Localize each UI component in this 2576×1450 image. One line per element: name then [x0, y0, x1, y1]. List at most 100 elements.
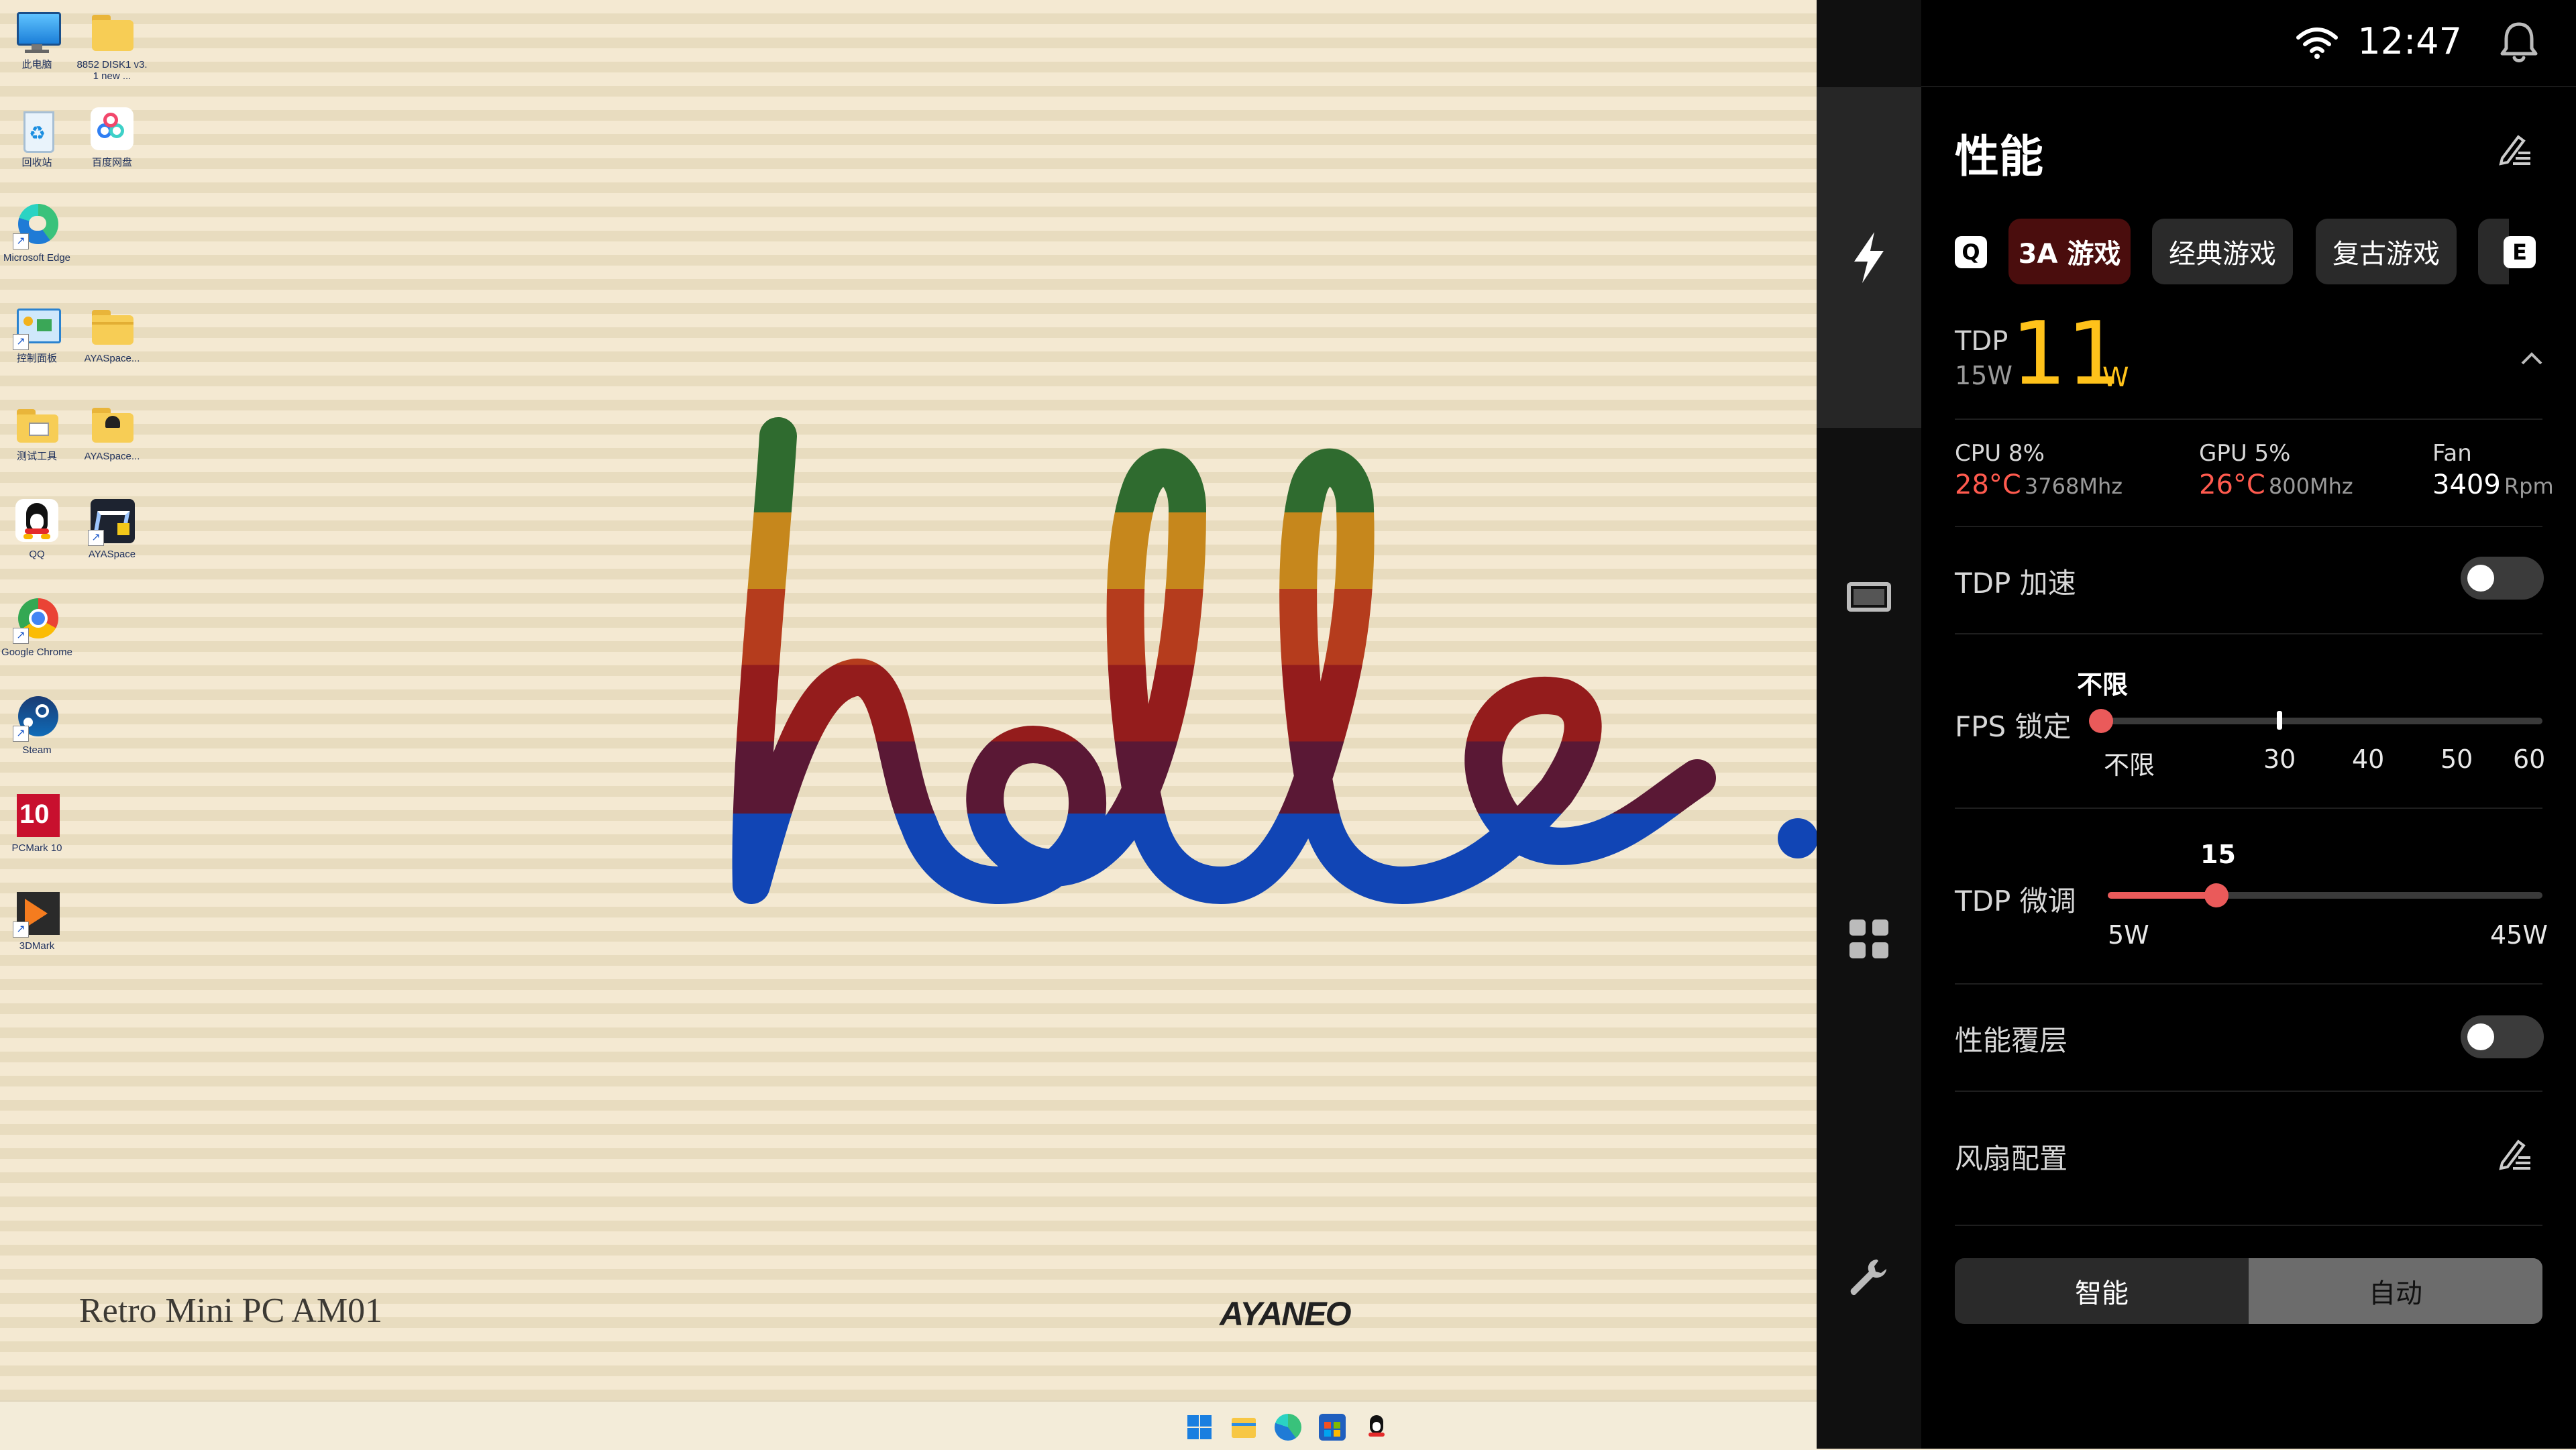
- desktop-icon-label: 控制面板: [16, 353, 57, 364]
- shortcut-arrow-icon: ↗: [13, 233, 29, 249]
- fps-lock-current-value: 不限: [2077, 670, 2129, 700]
- desktop-icon-microsoft-edge[interactable]: ↗ Microsoft Edge: [0, 201, 74, 264]
- panel-title: 性能: [1955, 131, 2043, 182]
- clock: 12:47: [2357, 20, 2462, 62]
- 3dmark-icon: ↗: [13, 889, 61, 938]
- fan-stats: Fan 3409 Rpm: [2432, 440, 2554, 500]
- tab-prev-key-q[interactable]: Q: [1955, 236, 1987, 268]
- fps-tick-label: 不限: [2104, 750, 2155, 780]
- fan-mode-smart-button[interactable]: 智能: [1955, 1258, 2249, 1324]
- recycle-bin-icon: ♻: [13, 106, 61, 154]
- folder-icon: [88, 302, 136, 350]
- tab-retro-games[interactable]: 复古游戏: [2316, 219, 2457, 284]
- cpu-stats: CPU 8% 28°C 3768Mhz: [1955, 440, 2123, 500]
- fps-tick-label: 40: [2352, 744, 2385, 774]
- brand-logo-text: AYANEO: [1220, 1295, 1351, 1333]
- desktop-icon-test-tools[interactable]: 测试工具: [0, 400, 74, 462]
- desktop-icon-label: 3DMark: [19, 940, 55, 952]
- tdp-tune-min: 5W: [2108, 920, 2149, 950]
- fan-label: Fan: [2432, 440, 2472, 467]
- fps-lock-tick-mark: [2277, 711, 2282, 730]
- shortcut-arrow-icon: ↗: [13, 922, 29, 938]
- edge-icon: ↗: [13, 201, 61, 249]
- fan-rpm: 3409: [2432, 469, 2501, 500]
- tdp-tune-label: TDP 微调: [1955, 885, 2076, 917]
- windows-start-icon[interactable]: [1186, 1414, 1213, 1441]
- divider: [1955, 807, 2542, 809]
- desktop-icon-control-panel[interactable]: ↗ 控制面板: [0, 302, 74, 364]
- bell-icon[interactable]: [2500, 20, 2538, 64]
- edge-taskbar-icon[interactable]: [1275, 1414, 1301, 1441]
- desktop-icon-ayaspace-folder-1[interactable]: AYASpace...: [75, 302, 149, 364]
- desktop-icon-disk-folder[interactable]: 8852 DISK1 v3.1 new ...: [75, 8, 149, 82]
- tab-next-key-e[interactable]: E: [2504, 236, 2536, 268]
- desktop-icon-baidu-netdisk[interactable]: 百度网盘: [75, 106, 149, 168]
- desktop: 此电脑 ♻ 回收站 ↗ Microsoft Edge ↗ 控制面板 测试工具 Q…: [0, 0, 1817, 1400]
- fan-mode-auto-button[interactable]: 自动: [2249, 1258, 2542, 1324]
- tdp-boost-toggle[interactable]: [2461, 557, 2544, 600]
- lightning-icon: [1854, 232, 1884, 283]
- desktop-icon-label: 8852 DISK1 v3.1 new ...: [76, 59, 148, 82]
- tab-classic-games[interactable]: 经典游戏: [2152, 219, 2293, 284]
- folder-icon: [13, 400, 61, 448]
- desktop-icon-label: 测试工具: [16, 451, 57, 462]
- desktop-icon-qq[interactable]: QQ: [0, 498, 74, 560]
- desktop-icon-recycle-bin[interactable]: ♻ 回收站: [0, 106, 74, 168]
- fan-unit: Rpm: [2504, 473, 2554, 499]
- desktop-icon-ayaspace[interactable]: ↗ AYASpace: [75, 498, 149, 560]
- gpu-stats: GPU 5% 26°C 800Mhz: [2199, 440, 2353, 500]
- shortcut-arrow-icon: ↗: [13, 334, 29, 350]
- rail-tab-tools[interactable]: [1817, 1245, 1921, 1312]
- desktop-icon-pcmark-10[interactable]: 10 PCMark 10: [0, 791, 74, 854]
- cpu-freq: 3768Mhz: [2024, 473, 2123, 499]
- divider: [1955, 419, 2542, 420]
- wrench-icon: [1850, 1260, 1886, 1296]
- desktop-icon-label: PCMark 10: [11, 842, 62, 854]
- desktop-icon-google-chrome[interactable]: ↗ Google Chrome: [0, 596, 74, 658]
- chevron-up-icon[interactable]: [2520, 351, 2544, 366]
- control-panel-icon: ↗: [13, 302, 61, 350]
- desktop-icon-3dmark[interactable]: ↗ 3DMark: [0, 889, 74, 952]
- ayaspace-icon: ↗: [88, 498, 136, 546]
- divider: [1955, 1225, 2542, 1226]
- taskbar: [0, 1400, 1817, 1450]
- tdp-tune-slider-knob[interactable]: [2204, 883, 2229, 907]
- quick-panel-rail: [1817, 0, 1921, 1449]
- desktop-icon-label: 百度网盘: [91, 157, 132, 168]
- cpu-temp: 28°C: [1955, 469, 2021, 500]
- shortcut-arrow-icon: ↗: [88, 530, 104, 546]
- fps-lock-slider-knob[interactable]: [2089, 709, 2113, 733]
- shortcut-arrow-icon: ↗: [13, 726, 29, 742]
- desktop-icon-label: Steam: [22, 744, 52, 756]
- store-icon[interactable]: [1319, 1414, 1346, 1441]
- desktop-icon-this-pc[interactable]: 此电脑: [0, 8, 74, 70]
- tdp-tune-slider-fill: [2108, 892, 2216, 899]
- pcmark-icon: 10: [13, 791, 61, 840]
- fan-mode-segmented-control: 智能 自动: [1955, 1258, 2542, 1324]
- edit-fan-config-icon[interactable]: [2498, 1136, 2533, 1171]
- desktop-icon-steam[interactable]: ↗ Steam: [0, 693, 74, 756]
- file-explorer-icon[interactable]: [1230, 1414, 1257, 1441]
- edit-profile-icon[interactable]: [2498, 131, 2533, 166]
- wallpaper-hello-art: [732, 417, 1817, 904]
- performance-overlay-label: 性能覆层: [1955, 1024, 2068, 1057]
- wifi-icon: [2296, 27, 2338, 59]
- tdp-label: TDP: [1955, 326, 2008, 357]
- fan-config-label: 风扇配置: [1955, 1142, 2068, 1175]
- shortcut-arrow-icon: ↗: [13, 628, 29, 644]
- tdp-tune-current-value: 15: [2200, 840, 2236, 869]
- performance-overlay-toggle[interactable]: [2461, 1015, 2544, 1058]
- rail-tab-display[interactable]: [1817, 563, 1921, 630]
- desktop-icon-ayaspace-folder-2[interactable]: AYASpace...: [75, 400, 149, 462]
- fps-lock-slider-track[interactable]: [2094, 718, 2542, 724]
- divider: [1955, 983, 2542, 985]
- monitor-icon: [13, 8, 61, 56]
- fps-tick-label: 50: [2440, 744, 2473, 774]
- qq-penguin-icon: [13, 498, 61, 546]
- screen-icon: [1847, 582, 1891, 612]
- rail-tab-apps[interactable]: [1817, 905, 1921, 972]
- rail-tab-performance[interactable]: [1817, 87, 1921, 428]
- qq-taskbar-icon[interactable]: [1363, 1414, 1390, 1441]
- desktop-icon-label: 回收站: [21, 157, 52, 168]
- tab-aaa-games[interactable]: 3A 游戏: [2008, 219, 2131, 284]
